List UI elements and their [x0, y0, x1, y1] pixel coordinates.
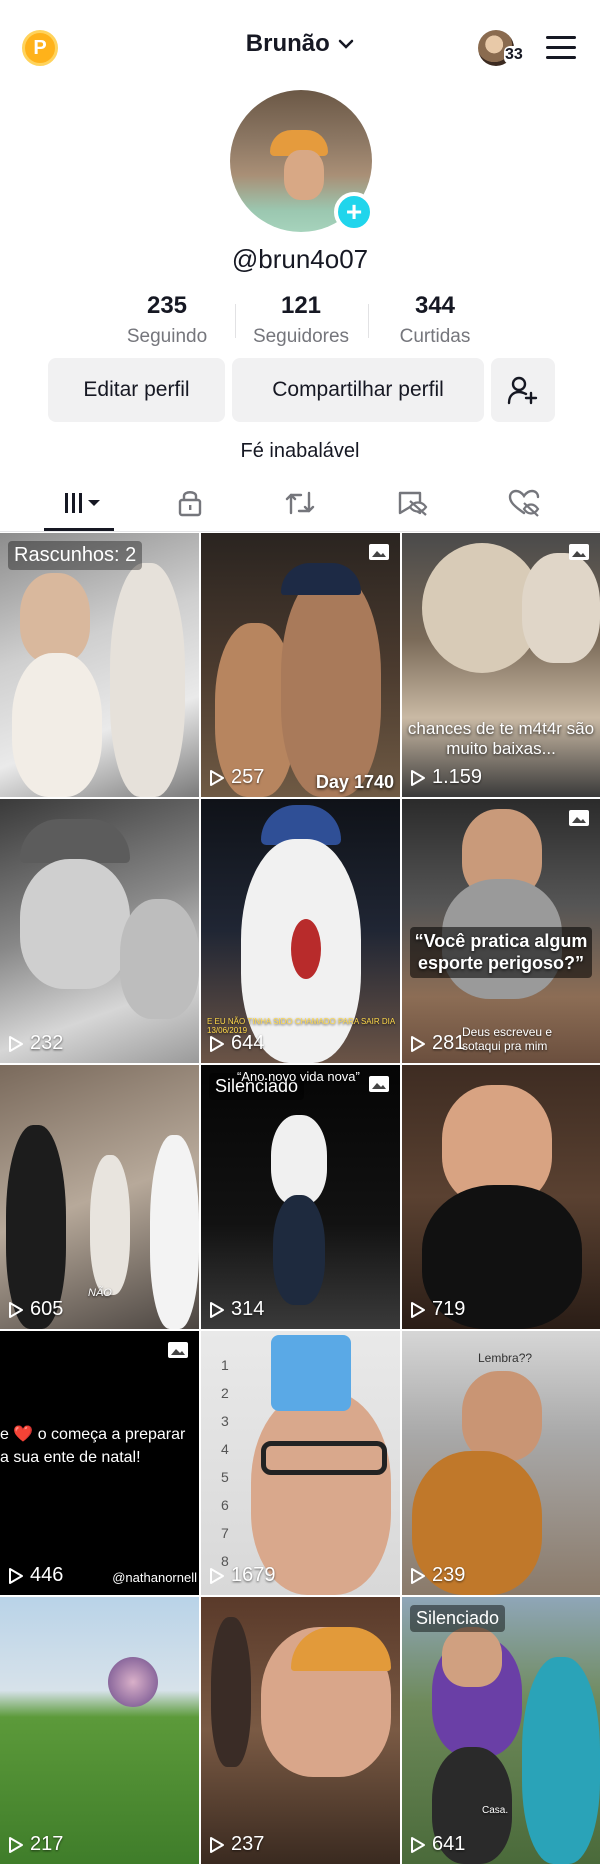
video-tile[interactable]: 1 2 3 4 5 6 7 8 1679	[201, 1331, 400, 1595]
view-count: 1679	[209, 1564, 276, 1587]
share-profile-button[interactable]: Compartilhar perfil	[232, 358, 484, 422]
followers-count: 121	[280, 292, 322, 319]
view-count: 641	[410, 1833, 465, 1856]
view-count: 446	[8, 1564, 63, 1587]
drafts-label: Rascunhos: 2	[8, 541, 143, 570]
play-icon	[9, 1567, 23, 1584]
likes-count: 344	[414, 292, 456, 319]
bio: Fé inabalável	[240, 440, 360, 462]
video-tile[interactable]: 719	[402, 1065, 600, 1329]
content-tabs	[0, 476, 600, 532]
video-tile[interactable]: 217	[0, 1597, 199, 1864]
view-count: 232	[8, 1032, 63, 1055]
lock-icon	[178, 491, 202, 517]
liked-hidden-icon	[508, 489, 540, 517]
video-subcaption: Deus escreveu e sotaqui pra mim	[462, 1025, 553, 1053]
video-caption: Casa.	[482, 1805, 509, 1816]
video-tile[interactable]: E EU NÃO TINHA SIDO CHAMADO PARA SAIR DI…	[201, 799, 400, 1063]
play-icon	[210, 1035, 224, 1052]
photo-icon	[569, 544, 589, 560]
play-icon	[411, 1836, 425, 1853]
play-icon	[411, 769, 425, 786]
video-tile[interactable]: Silenciado Casa. 641	[402, 1597, 600, 1864]
video-caption: NÃO	[88, 1287, 112, 1299]
view-count: 281	[410, 1032, 465, 1055]
following-count: 235	[146, 292, 188, 319]
play-icon	[411, 1301, 425, 1318]
tab-favorites[interactable]	[382, 486, 442, 520]
likes-stat[interactable]: 344 Curtidas	[368, 292, 502, 348]
play-icon	[210, 1301, 224, 1318]
view-count: 239	[410, 1564, 465, 1587]
tab-private[interactable]	[160, 486, 220, 520]
photo-icon	[569, 810, 589, 826]
profile-title: Brunão	[245, 30, 330, 57]
video-caption: e ❤️ o começa a preparar a sua ente de n…	[0, 1426, 186, 1467]
following-stat[interactable]: 235 Seguindo	[100, 292, 234, 348]
view-count: 237	[209, 1833, 264, 1856]
muted-badge: Silenciado	[410, 1605, 506, 1632]
video-caption: “Ano novo vida nova”	[237, 1069, 360, 1084]
add-avatar-button[interactable]: +	[334, 192, 374, 232]
play-icon	[9, 1836, 23, 1853]
view-count: 605	[8, 1298, 63, 1321]
top-bar: P Brunão 33	[0, 0, 600, 96]
following-label: Seguindo	[126, 326, 208, 347]
video-grid: Rascunhos: 2 257 Day 1740 chances de te …	[0, 533, 600, 1864]
edit-profile-button[interactable]: Editar perfil	[48, 358, 225, 422]
play-icon	[210, 769, 224, 786]
view-count: 1.159	[410, 766, 482, 789]
play-icon	[411, 1035, 425, 1052]
view-count: 644	[209, 1032, 264, 1055]
video-tile[interactable]: Silenciado “Ano novo vida nova” 314	[201, 1065, 400, 1329]
video-caption: Day 1740	[315, 772, 394, 792]
photo-icon	[168, 1342, 188, 1358]
video-tile[interactable]: “Você pratica algum esporte perigoso?” D…	[402, 799, 600, 1063]
add-friend-button[interactable]	[491, 358, 555, 422]
play-icon	[210, 1836, 224, 1853]
active-tab-indicator	[44, 528, 114, 531]
video-tile[interactable]: chances de te m4t4r são muito baixas... …	[402, 533, 600, 797]
video-tile[interactable]: NÃO 605	[0, 1065, 199, 1329]
tab-videos[interactable]	[50, 486, 110, 520]
followers-label: Seguidores	[252, 326, 350, 347]
eye-off-bookmark-icon	[398, 491, 428, 516]
view-count: 719	[410, 1298, 465, 1321]
view-count: 257	[209, 766, 264, 789]
videos-grid-icon	[65, 493, 100, 513]
play-icon	[411, 1567, 425, 1584]
ranking-numbers: 1 2 3 4 5 6 7 8	[221, 1357, 229, 1569]
video-tile[interactable]: Lembra?? 239	[402, 1331, 600, 1595]
drafts-tile[interactable]: Rascunhos: 2	[0, 533, 199, 797]
username: @brun4o07	[231, 244, 369, 274]
video-credit: @nathanornell	[112, 1570, 197, 1585]
video-tile[interactable]: 237	[201, 1597, 400, 1864]
photo-icon	[369, 1076, 389, 1092]
video-tile[interactable]: 232	[0, 799, 199, 1063]
chevron-down-icon	[338, 36, 354, 54]
friends-count: 33	[504, 46, 524, 64]
view-count: 217	[8, 1833, 63, 1856]
video-caption: Lembra??	[478, 1351, 533, 1365]
video-tile[interactable]: e ❤️ o começa a preparar a sua ente de n…	[0, 1331, 199, 1595]
add-user-icon	[507, 376, 538, 405]
profile-stats: 235 Seguindo 121 Seguidores 344 Curtidas	[0, 292, 600, 352]
likes-label: Curtidas	[399, 326, 471, 347]
view-count: 314	[209, 1298, 264, 1321]
menu-icon[interactable]	[546, 36, 576, 59]
video-tile[interactable]: 257 Day 1740	[201, 533, 400, 797]
tab-liked[interactable]	[494, 486, 554, 520]
tab-reposts[interactable]	[270, 486, 330, 520]
photo-icon	[369, 544, 389, 560]
repost-icon	[285, 491, 315, 515]
video-caption: chances de te m4t4r são muito baixas...	[407, 719, 595, 758]
play-icon	[9, 1301, 23, 1318]
play-icon	[210, 1567, 224, 1584]
play-icon	[9, 1035, 23, 1052]
followers-stat[interactable]: 121 Seguidores	[234, 292, 368, 348]
video-caption: “Você pratica algum esporte perigoso?”	[410, 927, 592, 979]
